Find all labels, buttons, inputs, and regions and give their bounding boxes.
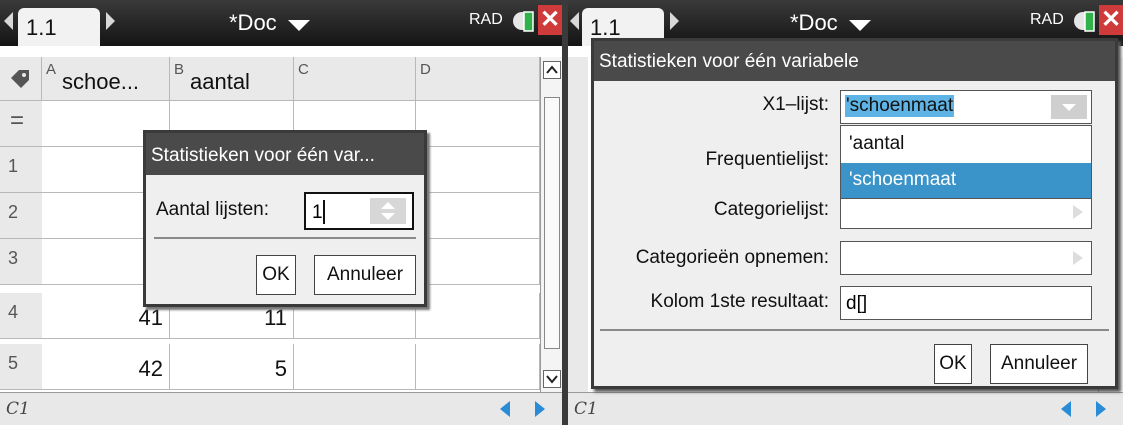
status-bar: C1 bbox=[568, 392, 1123, 425]
chevron-up-icon bbox=[546, 65, 558, 74]
x1-list-dropdown-menu: 'aantal 'schoenmaat bbox=[840, 125, 1092, 199]
x1-list-dropdown[interactable]: 'schoenmaat bbox=[840, 90, 1092, 124]
cell-d[interactable] bbox=[416, 344, 540, 390]
list-count-label: Aantal lijsten: bbox=[156, 199, 270, 220]
nav-left-icon[interactable] bbox=[1061, 401, 1071, 417]
active-cell-reference: C1 bbox=[574, 399, 598, 419]
include-categories-label: Categorieën opnemen: bbox=[635, 247, 829, 268]
formula-row-label: = bbox=[0, 101, 42, 147]
category-list-field[interactable] bbox=[840, 195, 1092, 229]
dialog-title: Statistieken voor één var... bbox=[146, 133, 424, 175]
cell-d[interactable] bbox=[416, 193, 540, 239]
document-menu-chevron-icon[interactable] bbox=[849, 20, 871, 31]
cell-c[interactable] bbox=[294, 344, 416, 390]
column-letter: A bbox=[46, 61, 57, 78]
chevron-down-icon[interactable] bbox=[1051, 95, 1087, 119]
column-header-a[interactable]: A schoe... bbox=[42, 57, 170, 101]
ok-button[interactable]: OK bbox=[256, 255, 296, 295]
nav-right-icon[interactable] bbox=[535, 401, 545, 417]
cancel-button[interactable]: Annuleer bbox=[990, 344, 1088, 384]
column-header-c[interactable]: C bbox=[294, 57, 416, 101]
angle-mode-indicator: RAD bbox=[1030, 11, 1064, 28]
frequency-list-label: Frequentielijst: bbox=[705, 149, 829, 170]
status-bar: C1 bbox=[0, 392, 562, 425]
left-screen: 1.1 *Doc RAD ✕ A schoe... B aantal C D = bbox=[0, 0, 562, 425]
column-name: schoe... bbox=[62, 69, 140, 94]
chevron-right-icon bbox=[1073, 251, 1083, 265]
table-row: 5 42 5 bbox=[0, 344, 540, 390]
stepper-buttons[interactable] bbox=[370, 198, 406, 224]
ok-button[interactable]: OK bbox=[934, 344, 972, 384]
result-column-input[interactable]: d[] bbox=[840, 286, 1092, 320]
vertical-scrollbar[interactable] bbox=[540, 57, 562, 392]
active-cell-reference: C1 bbox=[6, 399, 30, 419]
document-title[interactable]: *Doc bbox=[229, 10, 277, 36]
cell-b[interactable]: 5 bbox=[170, 344, 294, 390]
column-letter: D bbox=[420, 61, 431, 78]
result-column-label: Kolom 1ste resultaat: bbox=[650, 291, 829, 312]
battery-icon bbox=[513, 11, 534, 32]
column-name: aantal bbox=[190, 69, 250, 94]
category-list-label: Categorielijst: bbox=[713, 199, 829, 220]
nav-right-icon[interactable] bbox=[1096, 401, 1106, 417]
dropdown-option[interactable]: 'aantal bbox=[841, 127, 1091, 162]
row-number: 2 bbox=[0, 193, 42, 239]
stepper-arrows-icon bbox=[381, 202, 395, 220]
tag-icon bbox=[11, 70, 29, 88]
dialog-title: Statistieken voor één variabele bbox=[594, 41, 1115, 81]
cell-d[interactable] bbox=[416, 293, 540, 339]
title-bar: 1.1 *Doc RAD ✕ bbox=[0, 0, 562, 46]
column-letter: C bbox=[298, 61, 309, 78]
result-column-value: d[] bbox=[846, 293, 868, 314]
dialog-divider bbox=[600, 329, 1109, 331]
page-tab[interactable]: 1.1 bbox=[18, 8, 100, 46]
list-count-stepper[interactable]: 1 bbox=[304, 192, 414, 230]
chevron-down-icon bbox=[546, 375, 558, 384]
x1-list-value: 'schoenmaat bbox=[845, 95, 955, 117]
dropdown-option-selected[interactable]: 'schoenmaat bbox=[841, 163, 1091, 198]
include-categories-field[interactable] bbox=[840, 241, 1092, 275]
next-page-icon[interactable] bbox=[670, 12, 679, 30]
prev-page-icon[interactable] bbox=[570, 12, 579, 30]
column-letter: B bbox=[174, 61, 185, 78]
scroll-up-button[interactable] bbox=[543, 61, 561, 79]
cell-d[interactable] bbox=[416, 147, 540, 193]
tag-header-cell bbox=[0, 57, 42, 101]
chevron-right-icon bbox=[1073, 205, 1083, 219]
scroll-down-button[interactable] bbox=[543, 370, 561, 388]
row-number: 3 bbox=[0, 239, 42, 285]
formula-cell-d[interactable] bbox=[416, 101, 540, 147]
x1-list-label: X1–lijst: bbox=[762, 94, 829, 115]
close-icon[interactable]: ✕ bbox=[1099, 5, 1123, 35]
right-screen: 1.1 *Doc RAD ✕ C1 Statistieken voor één … bbox=[568, 0, 1123, 425]
stats-dialog-small: Statistieken voor één var... Aantal lijs… bbox=[143, 130, 427, 307]
page-tab-label: 1.1 bbox=[26, 15, 57, 40]
row-number: 5 bbox=[0, 344, 42, 390]
scroll-thumb[interactable] bbox=[544, 97, 560, 349]
text-cursor bbox=[323, 200, 325, 224]
document-title[interactable]: *Doc bbox=[790, 10, 838, 36]
row-header-strip bbox=[568, 57, 588, 392]
document-menu-chevron-icon[interactable] bbox=[288, 20, 310, 31]
battery-icon bbox=[1074, 11, 1095, 32]
column-header-d[interactable]: D bbox=[416, 57, 540, 101]
row-number: 4 bbox=[0, 293, 42, 339]
close-icon[interactable]: ✕ bbox=[538, 5, 562, 35]
cell-a[interactable]: 42 bbox=[42, 344, 170, 390]
row-number: 1 bbox=[0, 147, 42, 193]
next-page-icon[interactable] bbox=[106, 12, 115, 30]
stats-dialog: Statistieken voor één variabele X1–lijst… bbox=[591, 38, 1118, 389]
nav-left-icon[interactable] bbox=[500, 401, 510, 417]
prev-page-icon[interactable] bbox=[4, 12, 13, 30]
cell-d[interactable] bbox=[416, 239, 540, 285]
list-count-value: 1 bbox=[312, 202, 323, 223]
dialog-divider bbox=[154, 237, 416, 239]
column-header-b[interactable]: B aantal bbox=[170, 57, 294, 101]
cancel-button[interactable]: Annuleer bbox=[314, 255, 416, 295]
angle-mode-indicator: RAD bbox=[469, 11, 503, 28]
